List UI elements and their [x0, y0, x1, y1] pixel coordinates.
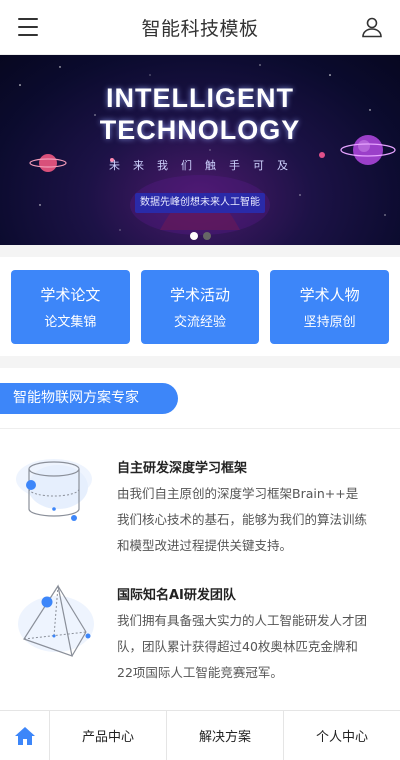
banner-tagline: 数据先峰创想未来人工智能: [135, 193, 265, 213]
page: 智能科技模板 INTELLIGENT TECHNOLOGY 未来我们触手可及 数…: [0, 0, 400, 760]
page-title: 智能科技模板: [141, 17, 259, 40]
tile-title: 学术人物: [299, 286, 360, 304]
bottom-nav: 产品中心 解决方案 个人中心: [0, 710, 400, 760]
feature-item: 自主研发深度学习框架 由我们自主原创的深度学习框架Brain++是我们核心技术的…: [0, 457, 400, 577]
tile-title: 学术活动: [170, 286, 231, 304]
feature-title: 自主研发深度学习框架: [117, 461, 248, 476]
feature-description: 我们拥有具备强大实力的人工智能研发人才团队，团队累计获得超过40枚奥林匹克金牌和…: [117, 613, 368, 680]
feature-description: 由我们自主原创的深度学习框架Brain++是我们核心技术的基石，能够为我们的算法…: [117, 486, 368, 553]
feature-title: 国际知名AI研发团队: [117, 588, 236, 603]
cylinder-icon: [16, 459, 92, 521]
category-tiles: 学术论文 论文集锦 学术活动 交流经验 学术人物 坚持原创: [11, 270, 390, 344]
nav-home[interactable]: [0, 711, 50, 760]
user-icon[interactable]: [360, 15, 384, 39]
tile-subtitle: 交流经验: [174, 315, 227, 330]
home-icon: [14, 726, 35, 745]
banner-title-line1: INTELLIGENT: [106, 83, 294, 113]
carousel-dot-2[interactable]: [202, 232, 211, 240]
tile-subtitle: 论文集锦: [44, 315, 97, 330]
banner-title-line2: TECHNOLOGY: [99, 115, 301, 145]
banner-subtitle: 未来我们触手可及: [109, 159, 301, 172]
nav-solutions[interactable]: 解决方案: [167, 711, 284, 760]
top-bar: 智能科技模板: [0, 0, 400, 55]
carousel-indicators: [0, 232, 400, 240]
section-title: 智能物联网方案专家: [0, 383, 178, 414]
tile-academic-activities[interactable]: 学术活动 交流经验: [140, 270, 260, 344]
carousel-dot-1[interactable]: [189, 232, 198, 240]
section-divider: [0, 356, 400, 368]
feature-item: 国际知名AI研发团队 我们拥有具备强大实力的人工智能研发人才团队，团队累计获得超…: [0, 584, 400, 704]
hero-banner[interactable]: INTELLIGENT TECHNOLOGY 未来我们触手可及 数据先峰创想未来…: [0, 55, 400, 245]
pyramid-icon: [18, 584, 94, 657]
divider-line: [0, 428, 400, 429]
tile-academic-people[interactable]: 学术人物 坚持原创: [270, 270, 390, 344]
tile-title: 学术论文: [40, 286, 101, 304]
section-divider: [0, 245, 400, 257]
tile-subtitle: 坚持原创: [303, 315, 356, 330]
nav-profile[interactable]: 个人中心: [284, 711, 400, 760]
tile-academic-papers[interactable]: 学术论文 论文集锦: [11, 270, 130, 344]
nav-products[interactable]: 产品中心: [50, 711, 167, 760]
menu-icon[interactable]: [18, 18, 38, 36]
